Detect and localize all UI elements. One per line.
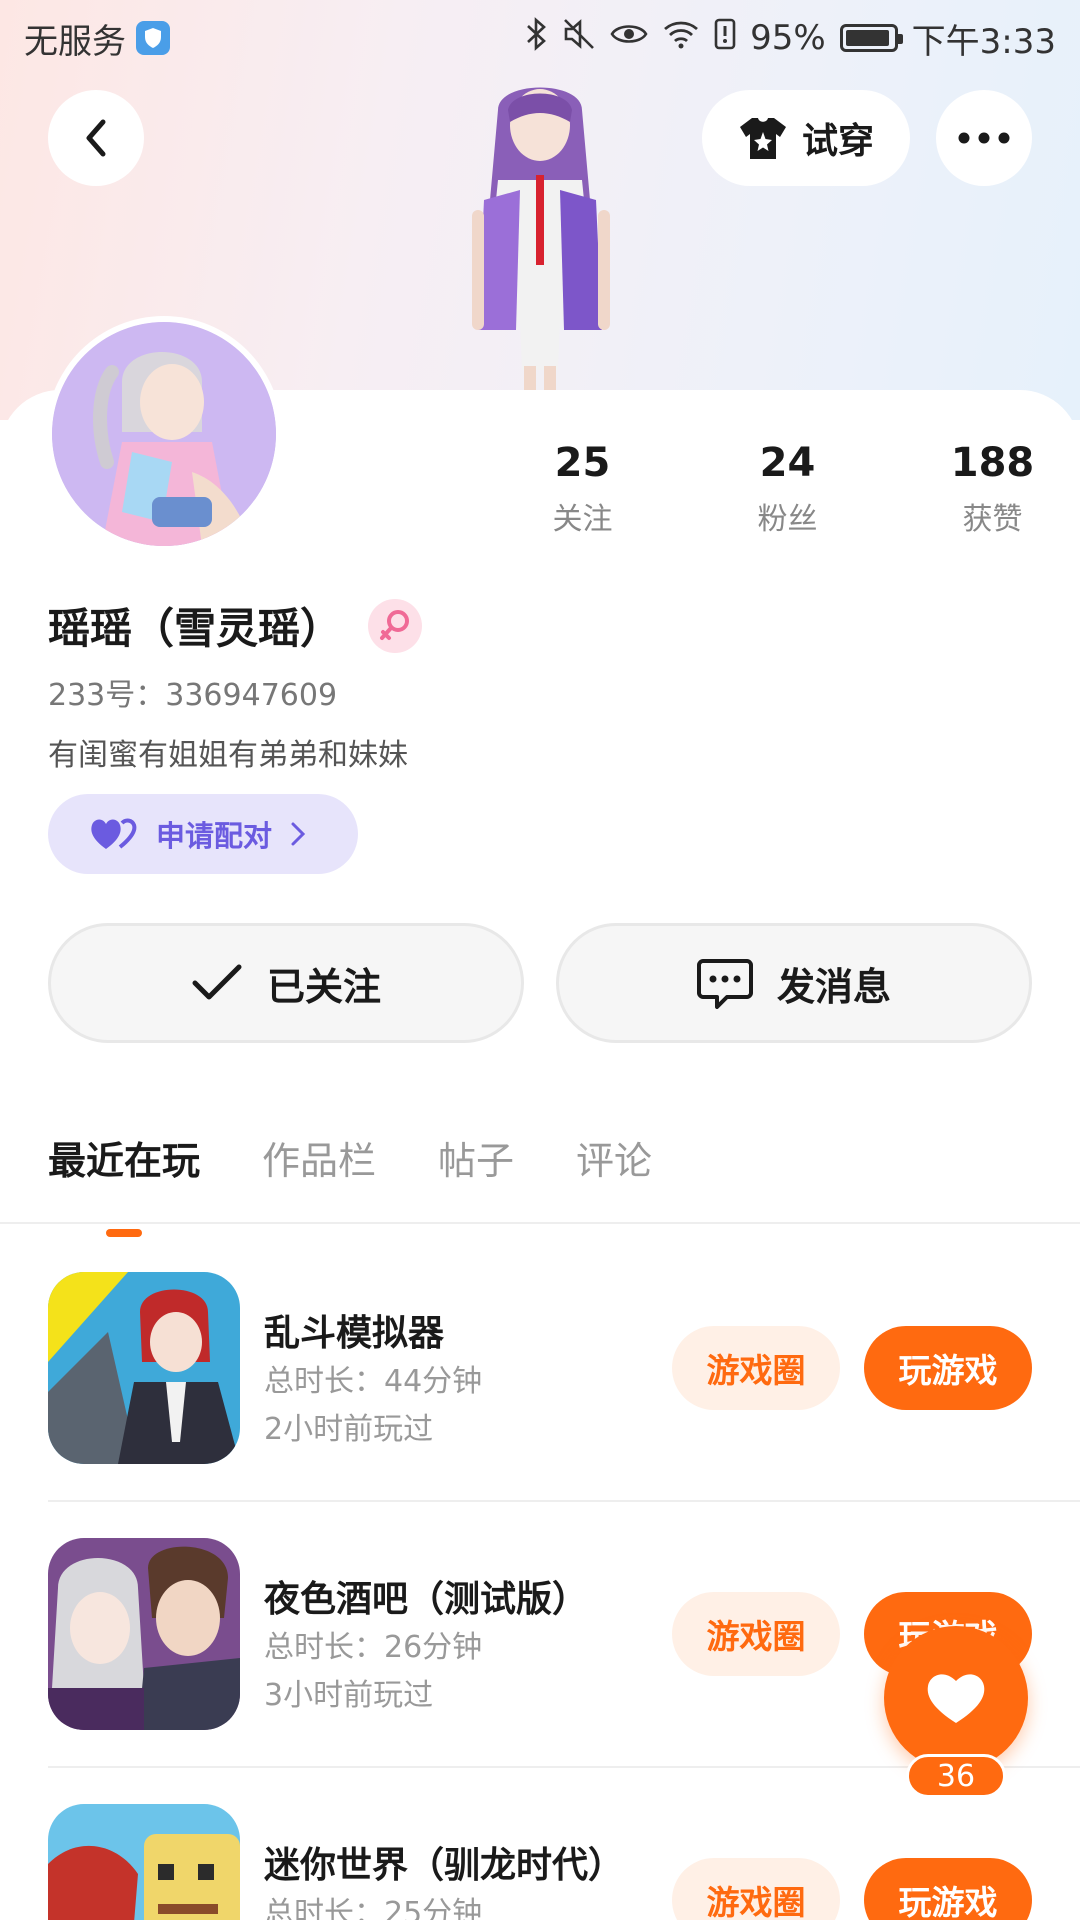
- try-on-label: 试穿: [801, 121, 874, 162]
- stats-row: 25 关注 24 粉丝 188 获赞: [480, 440, 1080, 538]
- avatar-3d-figure: [420, 70, 660, 390]
- play-game-button[interactable]: 玩游戏: [864, 1326, 1032, 1410]
- chevron-right-icon: [291, 822, 306, 846]
- tab-works[interactable]: 作品栏: [262, 1130, 376, 1185]
- back-button[interactable]: [48, 90, 144, 186]
- battery-percent: 95%: [750, 18, 826, 58]
- game-duration: 总时长：44分钟: [264, 1364, 483, 1399]
- female-gender-icon: [368, 598, 423, 653]
- profile-tabs: 最近在玩 作品栏 帖子 评论: [48, 1130, 652, 1185]
- name-row: 瑶瑶（雪灵瑶）: [48, 595, 423, 656]
- game-last-played: 3小时前玩过: [264, 1678, 434, 1713]
- game-circle-button[interactable]: 游戏圈: [672, 1858, 840, 1920]
- chevron-left-icon: [86, 119, 106, 157]
- battery-alert-icon: [714, 18, 736, 59]
- game-icon: [48, 1272, 240, 1464]
- game-icon: [48, 1538, 240, 1730]
- user-id: 233号：336947609: [48, 678, 338, 713]
- divider: [0, 1222, 1080, 1224]
- heart-icon: [927, 1674, 985, 1723]
- stat-following[interactable]: 25 关注: [480, 440, 685, 538]
- bluetooth-icon: [524, 16, 548, 60]
- stat-value: 24: [759, 440, 816, 486]
- play-game-button[interactable]: 玩游戏: [864, 1858, 1032, 1920]
- game-name: 迷你世界（驯龙时代）: [264, 1845, 625, 1886]
- following-button[interactable]: 已关注: [48, 923, 524, 1043]
- game-duration: 总时长：25分钟: [264, 1896, 483, 1920]
- message-label: 发消息: [776, 964, 891, 1009]
- bio: 有闺蜜有姐姐有弟弟和妹妹: [48, 738, 408, 773]
- tab-comments[interactable]: 评论: [576, 1130, 652, 1185]
- carrier-text: 无服务: [24, 21, 126, 62]
- request-pair-button[interactable]: 申请配对: [48, 794, 358, 874]
- game-last-played: 2小时前玩过: [264, 1412, 434, 1447]
- avatar[interactable]: [46, 316, 282, 552]
- like-count-badge: 36: [906, 1754, 1006, 1798]
- stat-label: 获赞: [962, 502, 1023, 537]
- game-name: 乱斗模拟器: [264, 1313, 445, 1354]
- stat-value: 25: [554, 440, 611, 486]
- send-message-button[interactable]: 发消息: [556, 923, 1032, 1043]
- following-label: 已关注: [266, 964, 381, 1009]
- game-circle-button[interactable]: 游戏圈: [672, 1326, 840, 1410]
- stat-label: 关注: [552, 502, 613, 537]
- more-button[interactable]: [936, 90, 1032, 186]
- stat-likes[interactable]: 188 获赞: [890, 440, 1080, 538]
- checkmark-icon: [192, 964, 242, 1000]
- more-dots-icon: [958, 132, 1010, 144]
- profile-name: 瑶瑶（雪灵瑶）: [48, 604, 343, 653]
- like-fab-button[interactable]: [884, 1626, 1028, 1770]
- stat-value: 188: [950, 440, 1035, 486]
- game-duration: 总时长：26分钟: [264, 1630, 483, 1665]
- double-heart-icon: [91, 818, 137, 849]
- battery-icon: [839, 24, 903, 52]
- shield-icon: [136, 21, 170, 55]
- game-icon: [48, 1804, 240, 1920]
- wifi-icon: [662, 18, 700, 58]
- game-name: 夜色酒吧（测试版）: [264, 1579, 589, 1620]
- game-circle-button[interactable]: 游戏圈: [672, 1592, 840, 1676]
- status-bar: 无服务 95% 下午3:33: [0, 0, 1080, 76]
- eye-icon: [610, 18, 648, 58]
- stat-followers[interactable]: 24 粉丝: [685, 440, 890, 538]
- tshirt-icon: [739, 118, 786, 159]
- chat-bubble-icon: [696, 959, 753, 1009]
- pair-label: 申请配对: [156, 819, 273, 853]
- divider: [48, 1500, 1080, 1502]
- game-list-item[interactable]: 乱斗模拟器 总时长：44分钟 2小时前玩过 游戏圈 玩游戏: [48, 1272, 1032, 1472]
- game-list-item[interactable]: 迷你世界（驯龙时代） 总时长：25分钟 游戏圈 玩游戏: [48, 1804, 1032, 1920]
- stat-label: 粉丝: [757, 502, 818, 537]
- clock: 下午3:33: [911, 21, 1056, 62]
- tab-recently-played[interactable]: 最近在玩: [48, 1130, 200, 1185]
- mute-icon: [562, 17, 596, 60]
- try-on-button[interactable]: 试穿: [702, 90, 910, 186]
- tab-posts[interactable]: 帖子: [438, 1130, 514, 1185]
